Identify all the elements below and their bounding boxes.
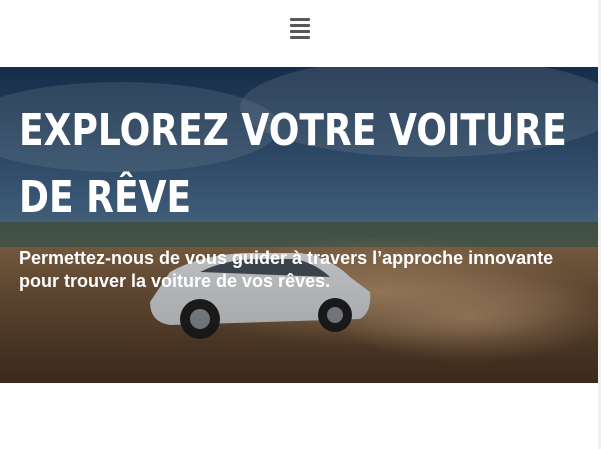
menu-line	[290, 17, 310, 21]
menu-line	[290, 35, 310, 39]
hero-subtitle: Permettez-nous de vous guider à travers …	[19, 248, 554, 291]
menu-line	[290, 29, 310, 33]
hero-banner: EXPLOREZ VOTRE VOITURE DE RÊVE Permettez…	[0, 67, 598, 383]
hero-title: EXPLOREZ VOTRE VOITURE DE RÊVE	[19, 105, 567, 223]
top-navigation-bar	[0, 0, 601, 67]
menu-line	[290, 23, 310, 27]
hamburger-menu-icon[interactable]	[287, 15, 313, 41]
